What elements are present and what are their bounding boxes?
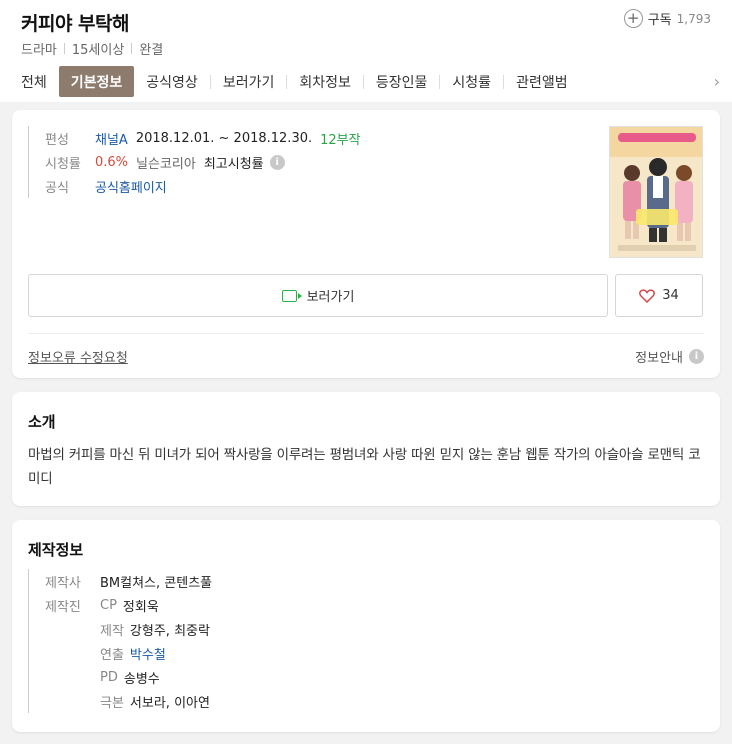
meta-status: 완결: [139, 43, 164, 58]
info-guide-button[interactable]: 정보안내 i: [635, 347, 704, 366]
rating-label: 시청률: [45, 156, 81, 172]
video-play-icon: [281, 289, 302, 302]
staff-role: CP: [100, 597, 117, 613]
info-guide-label: 정보안내: [635, 351, 683, 366]
basic-info-card: 편성 채널A 2018.12.01. ~ 2018.12.30. 12부작 시청…: [12, 110, 720, 378]
production-card: 제작정보 제작사 BM컬쳐스, 콘텐츠풀 제작진 CP 정회욱 제작 강형주, …: [12, 520, 720, 732]
watch-button[interactable]: 보러가기: [28, 274, 608, 317]
meta-age: 15세이상: [71, 43, 125, 58]
official-label: 공식: [45, 180, 69, 196]
meta-genre: 드라마: [21, 43, 57, 58]
rating-row: 시청률 0.6% 닐슨코리아 최고시청률 i: [45, 150, 361, 174]
rating-kind: 최고시청률: [203, 156, 264, 172]
poster-image[interactable]: [609, 126, 703, 258]
staff-role: 극본: [100, 695, 124, 711]
production-list: 제작사 BM컬쳐스, 콘텐츠풀 제작진 CP 정회욱 제작 강형주, 최중락 연…: [28, 569, 212, 713]
tab-ratings[interactable]: 시청률: [440, 66, 503, 97]
broadcast-label: 편성: [45, 132, 69, 148]
director-link[interactable]: 박수철: [130, 644, 166, 663]
plus-icon: +: [623, 9, 643, 28]
staff-role: 연출: [100, 647, 124, 663]
staff-label: 제작진: [45, 599, 81, 615]
info-list: 편성 채널A 2018.12.01. ~ 2018.12.30. 12부작 시청…: [28, 126, 361, 198]
tab-official-video[interactable]: 공식영상: [134, 66, 210, 97]
error-report-link[interactable]: 정보오류 수정요청: [28, 347, 128, 366]
tab-albums[interactable]: 관련앨범: [504, 66, 580, 97]
staff-name: 송병수: [123, 671, 160, 687]
tab-bar: 전체 기본정보 공식영상 보러가기 회차정보 등장인물 시청률 관련앨범 ›: [0, 66, 732, 97]
tab-characters[interactable]: 등장인물: [364, 66, 440, 97]
staff-row: 제작 강형주, 최중락: [45, 617, 212, 641]
divider: [131, 43, 133, 54]
subscribe-button[interactable]: + 구독 1,793: [623, 9, 711, 28]
divider: [28, 333, 704, 334]
official-homepage-link[interactable]: 공식홈페이지: [95, 177, 167, 196]
company-label: 제작사: [45, 575, 81, 591]
staff-row: 제작진 CP 정회욱: [45, 593, 212, 617]
divider: [63, 43, 65, 54]
chevron-right-icon[interactable]: ›: [714, 72, 720, 91]
intro-title: 소개: [28, 413, 56, 431]
staff-name: 강형주, 최중락: [129, 623, 210, 639]
staff-name: 서보라, 이아연: [129, 695, 210, 711]
like-count: 34: [662, 288, 679, 303]
production-title: 제작정보: [28, 541, 84, 559]
intro-card: 소개 마법의 커피를 마신 뒤 미녀가 되어 짝사랑을 이루려는 평범녀와 사랑…: [12, 392, 720, 506]
official-row: 공식 공식홈페이지: [45, 174, 361, 198]
subscribe-count: 1,793: [676, 11, 711, 26]
page-title: 커피야 부탁해: [21, 13, 130, 35]
staff-row: 극본 서보라, 이아연: [45, 689, 212, 713]
episode-count[interactable]: 12부작: [320, 129, 360, 148]
company-value: BM컬쳐스, 콘텐츠풀: [100, 575, 213, 591]
broadcast-row: 편성 채널A 2018.12.01. ~ 2018.12.30. 12부작: [45, 126, 361, 150]
tab-episodes[interactable]: 회차정보: [287, 66, 363, 97]
info-icon[interactable]: i: [269, 154, 285, 170]
staff-role: 제작: [100, 623, 124, 639]
header: 커피야 부탁해 드라마 15세이상 완결 + 구독 1,793 전체 기본정보 …: [0, 0, 732, 102]
info-icon: i: [689, 349, 704, 364]
tab-all[interactable]: 전체: [0, 66, 59, 97]
broadcast-period: 2018.12.01. ~ 2018.12.30.: [135, 130, 313, 146]
rating-source: 닐슨코리아: [136, 156, 196, 172]
staff-row: 연출 박수철: [45, 641, 212, 665]
intro-text: 마법의 커피를 마신 뒤 미녀가 되어 짝사랑을 이루려는 평범녀와 사랑 따윈…: [28, 447, 701, 487]
staff-role: PD: [100, 669, 118, 685]
watch-label: 보러가기: [306, 290, 355, 305]
tab-basic-info[interactable]: 기본정보: [58, 66, 135, 97]
rating-value: 0.6%: [95, 154, 129, 170]
heart-icon: [639, 288, 656, 303]
staff-name: 정회욱: [122, 599, 159, 615]
tab-watch[interactable]: 보러가기: [211, 66, 287, 97]
subscribe-label: 구독: [647, 13, 672, 28]
meta-info: 드라마 15세이상 완결: [21, 39, 163, 58]
company-row: 제작사 BM컬쳐스, 콘텐츠풀: [45, 569, 212, 593]
channel-link[interactable]: 채널A: [95, 129, 128, 148]
staff-row: PD 송병수: [45, 665, 212, 689]
like-button[interactable]: 34: [615, 274, 703, 317]
